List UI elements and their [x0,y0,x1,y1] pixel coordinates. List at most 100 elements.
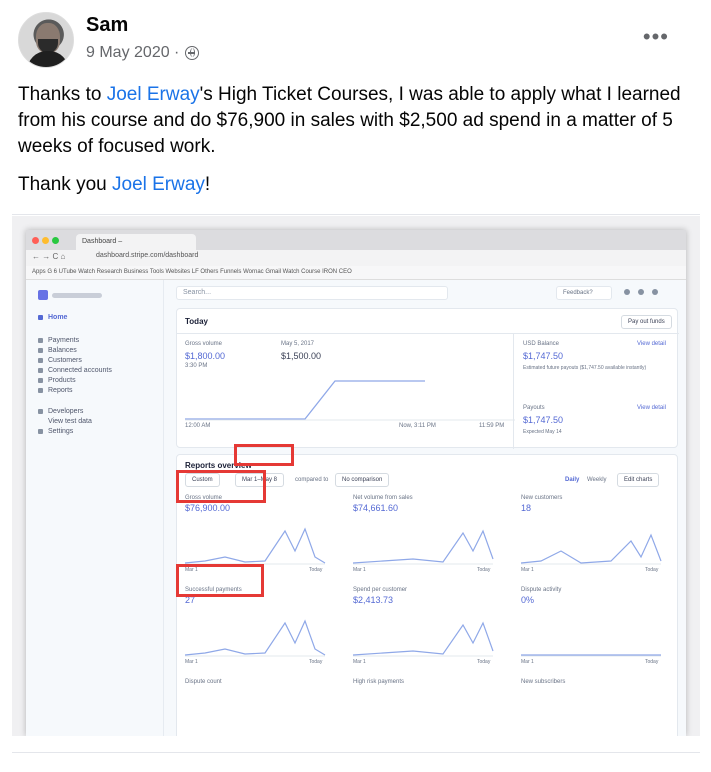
metric-cell: Spend per customer $2,413.73 Mar 1 Today [352,587,503,673]
axis-mid: Now, 3:11 PM [399,423,436,429]
metric-sparkline [184,527,326,565]
axis-end-label: Today [645,659,659,665]
payments-icon [38,338,43,343]
dashboard-sidebar: Home Payments Balances Customers Connect… [26,280,164,736]
search-input: Search... [176,286,448,300]
usd-note: Estimated future payouts ($1,747.50 avai… [523,365,647,371]
mention-link[interactable]: Joel Erway [107,84,200,105]
post-date[interactable]: 9 May 2020 · [86,44,179,62]
sidebar-label: Settings [48,428,74,435]
metric-sparkline [184,619,326,657]
author-name[interactable]: Sam [86,14,128,37]
sparkline-path [184,619,326,656]
today-chart [185,380,515,421]
metric-value: $76,900.00 [185,503,231,513]
text-span: Thanks to [18,84,107,105]
sidebar-item-developers: Developers [38,408,84,415]
edit-charts-button: Edit charts [617,473,660,487]
feedback-button: Feedback? [556,286,612,300]
customers-icon [38,358,43,363]
settings-icon [38,429,43,434]
divider [12,214,700,215]
sidebar-label: Connected accounts [48,367,112,374]
post-image[interactable]: Dashboard – ← → C ⌂ dashboard.stripe.com… [12,216,700,736]
stripe-logo-icon [38,290,48,300]
metric-cell: High risk payments [353,679,503,736]
more-options-button[interactable]: ••• [643,26,669,48]
sidebar-item-connected: Connected accounts [38,367,112,374]
post-header: Sam 9 May 2020 · ••• [18,10,693,70]
author-avatar[interactable] [18,12,74,68]
sidebar-item-payments: Payments [38,337,79,344]
weekly-toggle: Weekly [587,477,607,483]
axis-start-label: Mar 1 [353,567,366,573]
sidebar-label: Home [48,314,68,321]
gross-value: $1,800.00 [185,351,226,361]
metric-cell: Dispute activity 0% Mar 1 Today [521,587,671,673]
browser-tab: Dashboard – [76,234,196,250]
metric-label: Net volume from sales [353,495,413,501]
view-details-link: View detail [637,341,666,347]
text-span: Thank you [18,174,112,195]
comparison-select: No comparison [335,473,390,487]
axis-start-label: Mar 1 [521,567,534,573]
metric-sparkline [521,654,661,657]
divider [12,752,700,753]
metric-cell: New subscribers [521,679,671,736]
axis-start-label: Mar 1 [185,659,198,665]
metric-sparkline [352,621,494,657]
sidebar-item-settings: Settings [38,428,74,435]
axis-end-label: Today [477,567,491,573]
url-text: dashboard.stripe.com/dashboard [96,252,199,259]
sparkline-path [352,621,494,656]
metric-label: New subscribers [521,679,566,685]
sidebar-item-home: Home [38,314,68,321]
reports-icon [38,388,43,393]
compared-to-label: compared to [295,477,329,483]
axis-end-label: Today [309,659,323,665]
maximize-dot-icon [52,237,59,244]
sidebar-item-customers: Customers [38,357,82,364]
usd-label: USD Balance [523,341,560,347]
sparkline-path [352,529,494,564]
daily-toggle: Daily [565,477,580,483]
mention-link[interactable]: Joel Erway [112,174,205,195]
post-paragraph-2: Thank you Joel Erway! [18,172,693,198]
metric-cell: Successful payments 27 Mar 1 Today [184,587,335,673]
connected-icon [38,368,43,373]
sidebar-item-reports: Reports [38,387,73,394]
highlight-box-date-range [234,444,294,466]
balances-icon [38,348,43,353]
bookmarks-bar: Apps G 6 UTube Watch Research Business T… [26,266,686,280]
home-icon [38,315,43,320]
sidebar-label: Products [48,377,76,384]
sidebar-item-test-data: View test data [48,418,92,425]
sparkline-path [184,527,326,564]
axis-end-label: Today [645,567,659,573]
metric-label: New customers [521,495,563,501]
usd-value: $1,747.50 [523,351,564,361]
payouts-label: Payouts [523,405,545,411]
highlight-box-payments [176,564,264,597]
axis-start-label: Mar 1 [353,659,366,665]
highlight-box-gross-volume [176,470,266,503]
metric-label: Dispute activity [521,587,562,593]
today-title: Today [185,317,208,326]
metric-value: $74,661.60 [353,503,399,513]
metric-label: Spend per customer [353,587,408,593]
metric-value: 0% [521,595,535,605]
view-details-link: View detail [637,405,666,411]
sidebar-label: Developers [48,408,84,415]
gear-icon [638,289,644,295]
globe-icon [185,46,200,60]
gross-time: 3:30 PM [185,363,208,369]
sparkline-path [520,533,662,564]
axis-end: 11:59 PM [479,423,505,429]
payout-button: Pay out funds [621,315,672,329]
compare-value: $1,500.00 [281,351,322,361]
metric-value: 18 [521,503,532,513]
divider [513,333,514,449]
axis-end-label: Today [477,659,491,665]
browser-tabbar: Dashboard – [26,230,686,250]
metric-cell: New customers 18 Mar 1 Today [520,495,671,581]
